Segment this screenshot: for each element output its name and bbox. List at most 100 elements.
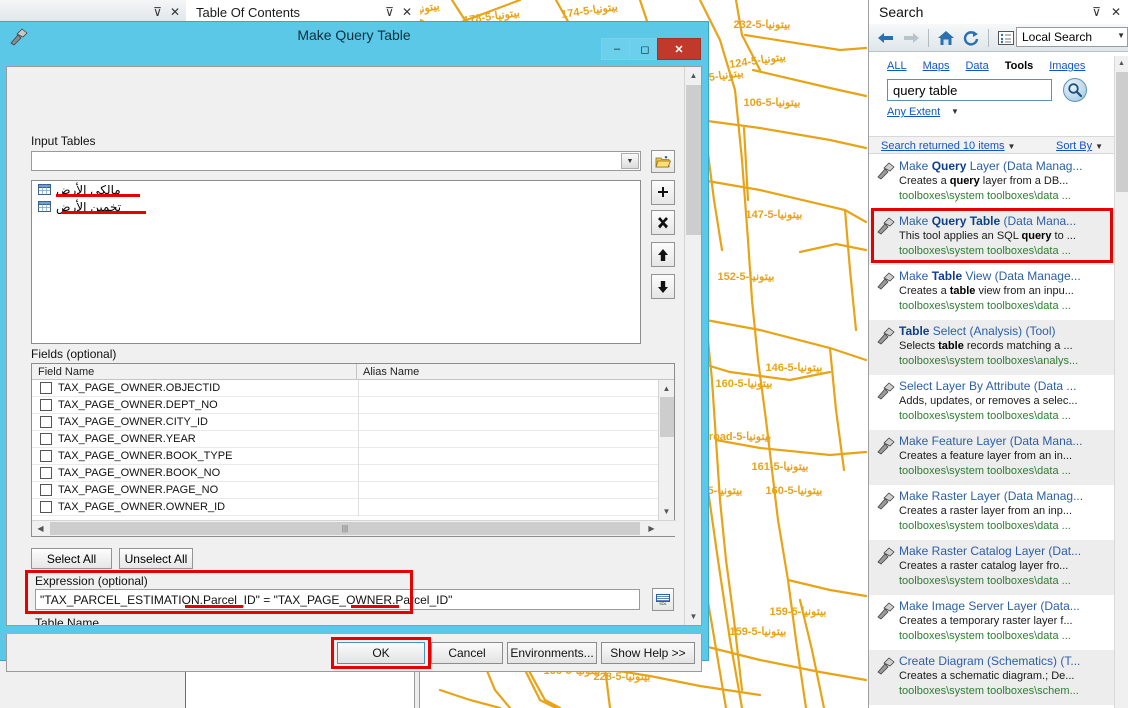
search-result-title[interactable]: Create Diagram (Schematics) (T... [899,654,1109,669]
row-checkbox[interactable] [40,399,52,411]
search-panel-titlebar[interactable]: Search ⊽ ✕ [869,0,1128,24]
browse-folder-button[interactable] [651,150,675,173]
search-extent-link[interactable]: Any Extent [887,106,940,118]
remove-button[interactable] [651,210,675,235]
search-result-title[interactable]: Make Table View (Data Manage... [899,269,1109,284]
search-result-item[interactable]: Table Select (Analysis) (Tool) Selects ta… [869,320,1115,375]
scroll-up-button[interactable]: ▲ [1115,56,1128,70]
close-icon[interactable]: ✕ [1111,6,1121,18]
search-result-item[interactable]: Make Image Server Layer (Data... Creates … [869,595,1115,650]
close-button[interactable]: ✕ [657,38,701,60]
scroll-down-button[interactable]: ▼ [685,608,701,625]
tab-maps[interactable]: Maps [923,60,950,72]
alias-cell[interactable] [358,498,659,516]
table-row[interactable]: TAX_PAGE_OWNER.BOOK_TYPE [32,447,659,465]
search-button[interactable] [1063,78,1087,102]
search-results-list[interactable]: Make Query Layer (Data Manag... Creates a… [869,155,1115,708]
alias-cell[interactable] [358,413,659,431]
row-checkbox[interactable] [40,467,52,479]
search-scope-select[interactable]: Local Search ▼ [1016,27,1128,47]
tab-data[interactable]: Data [965,60,988,72]
alias-cell[interactable] [358,447,659,465]
scroll-up-button[interactable]: ▲ [659,380,674,397]
move-down-button[interactable] [651,274,675,299]
scroll-right-button[interactable]: ▶ [643,521,660,536]
search-result-item[interactable]: Create Diagram (Schematics) (T... Creates… [869,650,1115,705]
table-row[interactable]: TAX_PAGE_OWNER.OWNER_ID [32,498,659,516]
fields-vertical-scrollbar[interactable]: ▲ ▼ [658,380,674,520]
scroll-down-button[interactable]: ▼ [659,503,674,520]
alias-cell[interactable] [358,464,659,482]
show-help-button[interactable]: Show Help >> [601,642,695,664]
search-result-title[interactable]: Make Raster Layer (Data Manag... [899,489,1109,504]
list-item[interactable]: تخمين الأرض [32,198,640,215]
toc-title-tab[interactable]: Table Of Contents ⊽ ✕ [186,0,420,24]
chevron-down-icon[interactable]: ▼ [1117,31,1125,40]
table-row[interactable]: TAX_PAGE_OWNER.OBJECTID [32,380,659,397]
chevron-down-icon[interactable]: ▼ [621,153,639,169]
row-checkbox[interactable] [40,484,52,496]
sort-by-label[interactable]: Sort By [1056,140,1092,152]
dialog-vertical-scrollbar[interactable]: ▲ ▼ [684,67,701,625]
search-result-item[interactable]: Make Query Table (Data Mana... This tool … [869,210,1115,265]
search-result-item[interactable]: Make Raster Layer (Data Manag... Creates … [869,485,1115,540]
pin-icon[interactable]: ⊽ [1092,6,1101,18]
search-result-title[interactable]: Make Query Table (Data Mana... [899,214,1109,229]
make-query-table-dialog[interactable]: Make Query Table – ◻ ✕ Input Tables ▼ ما… [0,22,708,672]
search-results-scrollbar[interactable]: ▲ [1114,56,1128,708]
input-tables-combo[interactable]: ▼ [31,151,641,171]
environments-button[interactable]: Environments... [507,642,597,664]
row-checkbox[interactable] [40,416,52,428]
search-result-item[interactable]: Make Raster Catalog Layer (Dat... Creates… [869,540,1115,595]
search-result-title[interactable]: Make Image Server Layer (Data... [899,599,1109,614]
search-result-item[interactable]: Make Table View (Data Manage... Creates a… [869,265,1115,320]
move-up-button[interactable] [651,242,675,267]
close-icon[interactable]: ✕ [402,6,412,18]
fields-table[interactable]: Field Name Alias Name TAX_PAGE_OWNER.OBJ… [31,363,676,537]
sql-query-builder-button[interactable]: SQL [652,588,674,611]
alias-cell[interactable] [358,380,659,397]
scroll-thumb[interactable] [660,397,674,437]
row-checkbox[interactable] [40,433,52,445]
list-options-icon[interactable] [995,27,1017,49]
table-row[interactable]: TAX_PAGE_OWNER.DEPT_NO [32,396,659,414]
select-all-button[interactable]: Select All [31,548,112,569]
home-icon[interactable] [935,27,957,49]
pin-icon[interactable]: ⊽ [153,6,162,18]
alias-cell[interactable] [358,396,659,414]
unselect-all-button[interactable]: Unselect All [119,548,193,569]
search-input[interactable]: query table [887,79,1052,101]
toc-left-tab[interactable]: ⊽ ✕ [0,0,186,24]
search-result-title[interactable]: Table Select (Analysis) (Tool) [899,324,1109,339]
forward-icon[interactable] [900,27,922,49]
scroll-up-button[interactable]: ▲ [685,67,701,84]
row-checkbox[interactable] [40,450,52,462]
search-result-item[interactable]: Select Layer By Attribute (Data ... Adds,… [869,375,1115,430]
close-icon[interactable]: ✕ [170,6,180,18]
row-checkbox[interactable] [40,382,52,394]
column-header-alias-name[interactable]: Alias Name [357,364,642,380]
alias-cell[interactable] [358,481,659,499]
cancel-button[interactable]: Cancel [431,642,503,664]
pin-icon[interactable]: ⊽ [385,6,394,18]
row-checkbox[interactable] [40,501,52,513]
back-icon[interactable] [875,27,897,49]
chevron-down-icon[interactable]: ▼ [951,107,959,116]
scroll-thumb[interactable] [686,85,701,235]
dialog-titlebar[interactable]: Make Query Table – ◻ ✕ [0,22,708,60]
scroll-thumb[interactable] [1116,72,1128,192]
refresh-icon[interactable] [960,27,982,49]
list-item[interactable]: مالكي الأرض [32,181,640,198]
table-row[interactable]: TAX_PAGE_OWNER.YEAR [32,430,659,448]
scroll-thumb[interactable]: ||| [50,522,640,535]
tab-all[interactable]: ALL [887,60,907,72]
scroll-left-button[interactable]: ◀ [32,521,49,536]
search-result-title[interactable]: Make Raster Catalog Layer (Dat... [899,544,1109,559]
add-button[interactable] [651,180,675,205]
search-result-title[interactable]: Make Feature Layer (Data Mana... [899,434,1109,449]
fields-horizontal-scrollbar[interactable]: ◀ ||| ▶ [32,520,676,536]
table-row[interactable]: TAX_PAGE_OWNER.BOOK_NO [32,464,659,482]
tab-tools[interactable]: Tools [1005,60,1034,72]
chevron-down-icon[interactable]: ▼ [1095,142,1103,151]
table-row[interactable]: TAX_PAGE_OWNER.PAGE_NO [32,481,659,499]
